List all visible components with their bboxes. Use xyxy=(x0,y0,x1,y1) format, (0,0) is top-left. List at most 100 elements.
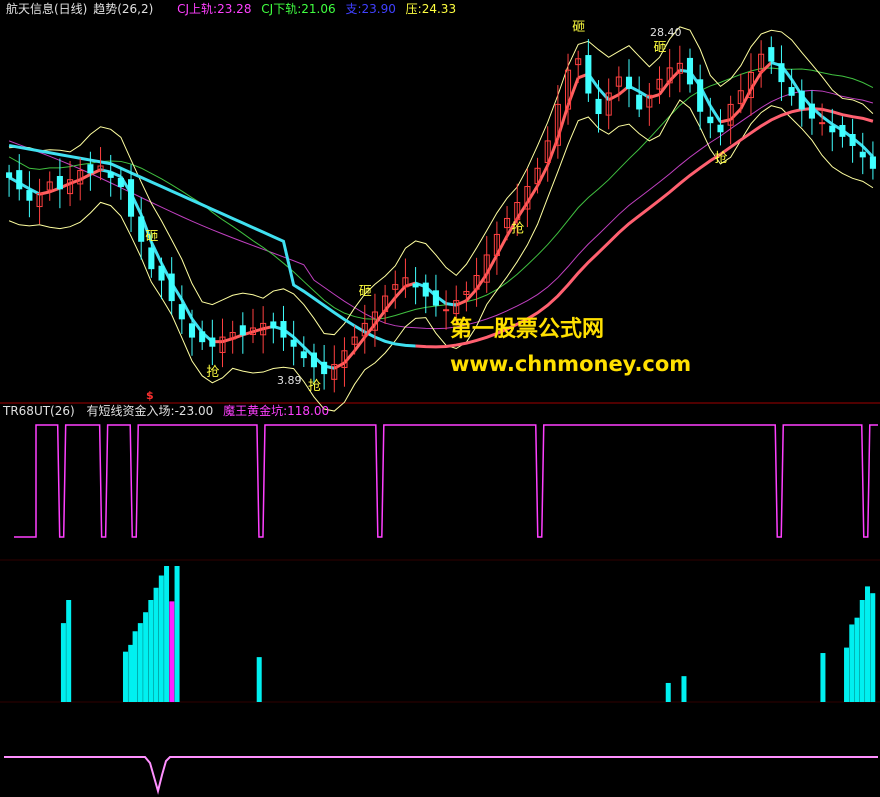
lower-band-line xyxy=(8,99,874,412)
trend-segment xyxy=(445,302,457,307)
trend-segment xyxy=(760,61,773,74)
trend-segment xyxy=(607,93,620,102)
trend-segment xyxy=(394,285,407,299)
trend-segment xyxy=(232,333,244,341)
candle-body xyxy=(300,351,307,359)
histogram-bar xyxy=(169,601,175,702)
histogram-bar xyxy=(60,623,66,702)
candle-body xyxy=(768,47,775,62)
grab-signal-label: 抢 xyxy=(206,364,219,380)
candle-body xyxy=(209,337,216,347)
golden-pit-label: 魔王黄金坑: xyxy=(223,404,288,418)
candle-body xyxy=(117,177,124,188)
candle-body xyxy=(107,172,114,178)
histogram-bar xyxy=(849,624,855,702)
trend-segment xyxy=(515,201,529,220)
trend-segment xyxy=(556,104,570,139)
lower-band-label: CJ下轨: xyxy=(261,2,302,16)
candle-body xyxy=(869,156,876,169)
trend-segment xyxy=(485,254,499,275)
candle-body xyxy=(839,124,846,137)
candle-body xyxy=(56,176,63,190)
pulse-signal-line xyxy=(14,424,878,538)
histogram-bar xyxy=(153,587,159,702)
golden-pit-value: 118.00 xyxy=(287,404,330,418)
histogram-bar xyxy=(681,676,687,702)
sub-indicator-name[interactable]: TR68UT(26) xyxy=(3,404,75,418)
smash-signal-label: 砸 xyxy=(359,284,372,299)
dollar-marker: $ xyxy=(146,389,154,402)
histogram-bar xyxy=(158,575,164,702)
trend-segment xyxy=(69,178,81,185)
candle-body xyxy=(585,55,592,94)
candle-body xyxy=(686,57,694,85)
low-price-label: 3.89 xyxy=(277,374,302,387)
grab-signal-label: 抢 xyxy=(511,221,524,237)
candle-body xyxy=(859,151,866,158)
stock-name[interactable]: 航天信息(日线) xyxy=(6,2,87,16)
candle-body xyxy=(239,325,246,336)
resistance-value: 24.33 xyxy=(421,2,457,16)
trend-segment xyxy=(749,71,763,90)
trend-segment xyxy=(343,349,356,364)
candle-body xyxy=(280,321,287,338)
candle-body xyxy=(819,122,826,125)
candle-body xyxy=(6,172,13,178)
candle-body xyxy=(636,94,643,110)
candle-body xyxy=(707,116,714,124)
watermark-url: www.chnmoney.com xyxy=(450,352,692,376)
trend-segment xyxy=(720,118,731,124)
histogram-bar xyxy=(148,600,154,702)
stock-chart-window: 砸砸砸砸抢抢抢抢 航天信息(日线) 趋势(26,2) CJ上轨:23.28 CJ… xyxy=(0,0,880,797)
histogram-bar xyxy=(844,647,850,702)
trend-segment xyxy=(597,87,610,101)
histogram-bar xyxy=(66,600,72,702)
histogram-bar xyxy=(164,566,170,702)
trend-segment xyxy=(455,299,468,307)
histogram-bar xyxy=(665,682,671,702)
high-price-label: 28.40 xyxy=(650,26,682,39)
candle-body xyxy=(168,273,175,302)
histogram-bar xyxy=(256,657,262,702)
candle-body xyxy=(290,339,297,347)
trend-segment xyxy=(383,296,397,312)
trend-segment xyxy=(739,88,753,110)
candle-body xyxy=(87,164,94,174)
candle-body xyxy=(625,76,633,89)
trend-segment xyxy=(475,273,488,291)
candle-body xyxy=(697,79,704,112)
trend-segment xyxy=(566,77,580,106)
upper-band-value: 23.28 xyxy=(217,2,252,16)
candle-body xyxy=(199,331,206,343)
support-value: 23.90 xyxy=(361,2,396,16)
candle-body xyxy=(443,309,450,312)
candle-body xyxy=(829,125,836,133)
histogram-bar xyxy=(854,617,860,702)
histogram-bar xyxy=(122,651,128,702)
chart-header: 航天信息(日线) 趋势(26,2) CJ上轨:23.28 CJ下轨:21.06 … xyxy=(6,2,456,16)
candle-body xyxy=(432,290,439,306)
candle-body xyxy=(321,361,328,375)
candle-body xyxy=(16,170,23,190)
candle-body xyxy=(808,103,815,119)
histogram-bar xyxy=(128,644,134,702)
histogram-bar xyxy=(174,566,180,702)
upper-band-line xyxy=(9,26,874,336)
candle-body xyxy=(310,352,318,368)
indicator-name[interactable]: 趋势(26,2) xyxy=(93,2,153,16)
candle-body xyxy=(158,265,165,281)
sub-chart-header: TR68UT(26) 有短线资金入场:-23.00 魔王黄金坑:118.00 xyxy=(3,404,329,418)
chart-canvas[interactable]: 砸砸砸砸抢抢抢抢 xyxy=(0,0,880,797)
support-label: 支: xyxy=(345,2,362,16)
smash-signal-label: 砸 xyxy=(145,230,158,245)
histogram-bar xyxy=(143,612,149,702)
trend-segment xyxy=(495,235,509,256)
candle-body xyxy=(138,216,145,242)
histogram-bar xyxy=(132,631,138,702)
candle-body xyxy=(798,90,805,110)
candle-body xyxy=(595,98,602,115)
candle-body xyxy=(422,282,429,297)
short-line-label: 有短线资金入场: xyxy=(86,404,175,418)
short-line-value: -23.00 xyxy=(174,404,214,418)
histogram-bar xyxy=(820,653,826,702)
